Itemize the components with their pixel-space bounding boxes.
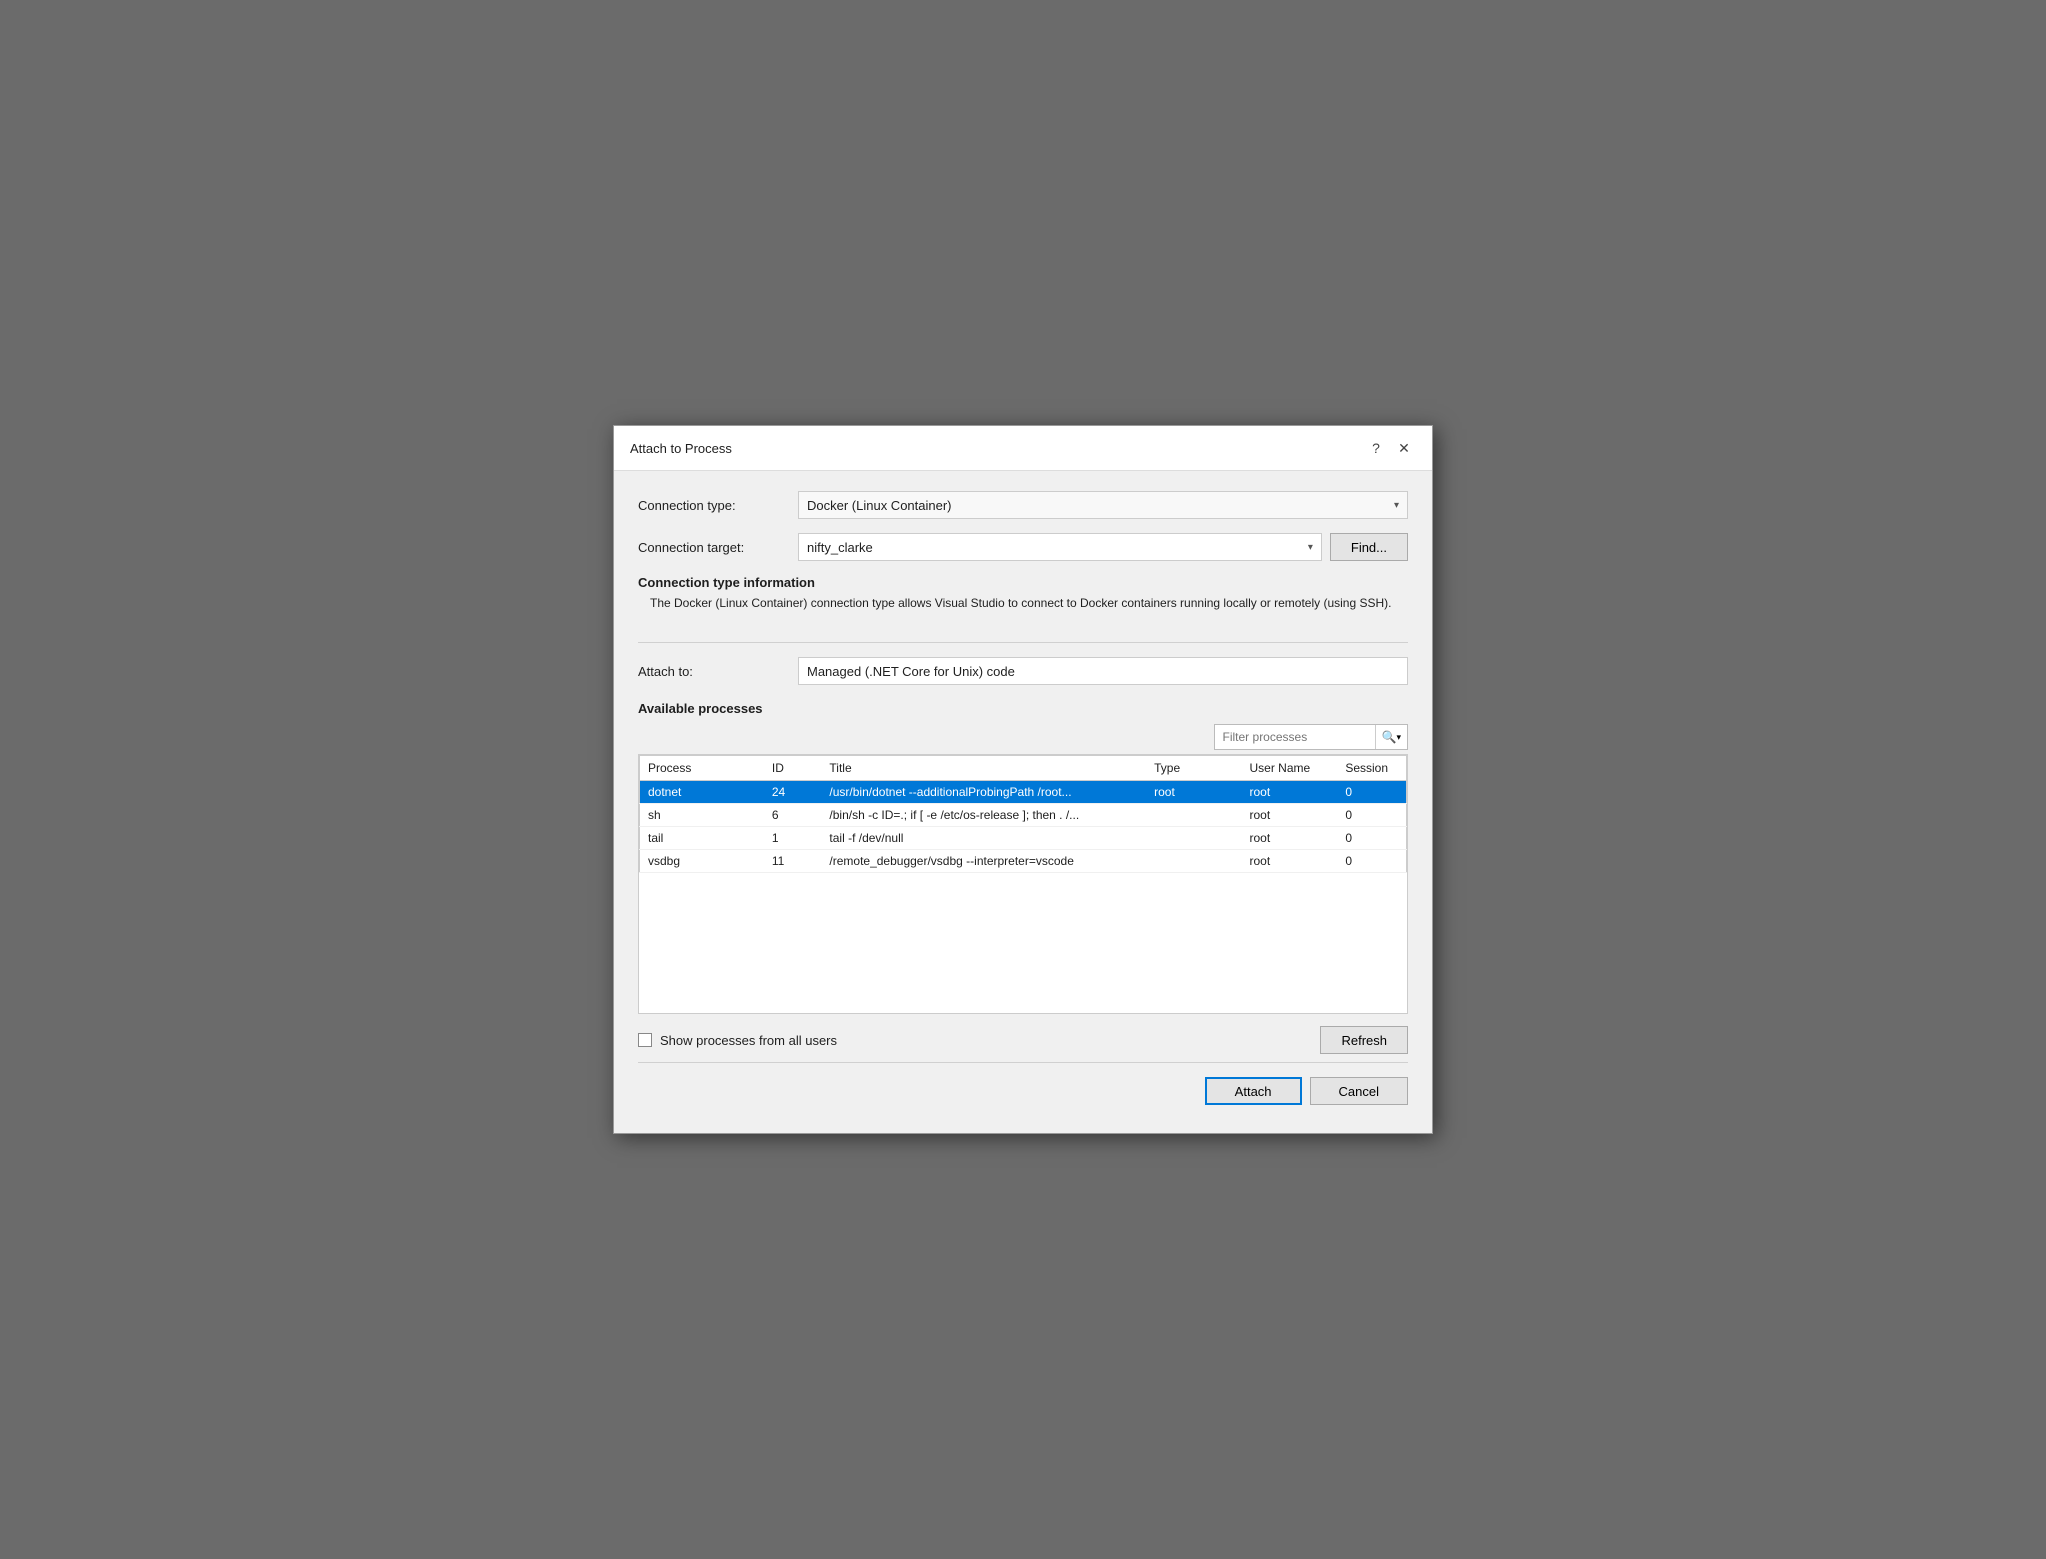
connection-target-value: nifty_clarke bbox=[807, 540, 873, 555]
cell-session: 0 bbox=[1337, 804, 1406, 827]
connection-type-dropdown[interactable]: Docker (Linux Container) ▾ bbox=[798, 491, 1408, 519]
attach-to-process-dialog: Attach to Process ? ✕ Connection type: D… bbox=[613, 425, 1433, 1134]
cell-process: vsdbg bbox=[640, 850, 764, 873]
cell-user_name: root bbox=[1241, 804, 1337, 827]
cell-id: 11 bbox=[764, 850, 822, 873]
cell-type bbox=[1146, 827, 1241, 850]
col-header-session: Session bbox=[1337, 756, 1406, 781]
cell-title: /usr/bin/dotnet --additionalProbingPath … bbox=[821, 781, 1146, 804]
cell-title: /remote_debugger/vsdbg --interpreter=vsc… bbox=[821, 850, 1146, 873]
connection-type-row: Connection type: Docker (Linux Container… bbox=[638, 491, 1408, 519]
attach-button[interactable]: Attach bbox=[1205, 1077, 1302, 1105]
help-button[interactable]: ? bbox=[1364, 436, 1388, 460]
col-header-id: ID bbox=[764, 756, 822, 781]
cell-user_name: root bbox=[1241, 850, 1337, 873]
table-row[interactable]: tail1tail -f /dev/null root0 bbox=[640, 827, 1407, 850]
close-button[interactable]: ✕ bbox=[1392, 436, 1416, 460]
process-table-container: Process ID Title Type User Name Session … bbox=[638, 754, 1408, 1014]
filter-processes-input[interactable] bbox=[1215, 730, 1375, 744]
show-all-label: Show processes from all users bbox=[660, 1033, 837, 1048]
connection-type-value: Docker (Linux Container) bbox=[807, 498, 952, 513]
attach-to-row: Attach to: Managed (.NET Core for Unix) … bbox=[638, 657, 1408, 685]
filter-row: 🔍 ▾ bbox=[638, 724, 1408, 750]
info-section: Connection type information The Docker (… bbox=[638, 575, 1408, 622]
cell-session: 0 bbox=[1337, 781, 1406, 804]
info-text: The Docker (Linux Container) connection … bbox=[638, 594, 1408, 612]
col-header-user: User Name bbox=[1241, 756, 1337, 781]
dialog-title: Attach to Process bbox=[630, 441, 732, 456]
cell-type bbox=[1146, 850, 1241, 873]
action-buttons: Attach Cancel bbox=[638, 1062, 1408, 1113]
dialog-body: Connection type: Docker (Linux Container… bbox=[614, 471, 1432, 1133]
search-icon: 🔍 bbox=[1382, 730, 1397, 744]
attach-to-field: Managed (.NET Core for Unix) code bbox=[798, 657, 1408, 685]
table-row[interactable]: vsdbg11/remote_debugger/vsdbg --interpre… bbox=[640, 850, 1407, 873]
connection-target-dropdown[interactable]: nifty_clarke ▾ bbox=[798, 533, 1322, 561]
cell-id: 24 bbox=[764, 781, 822, 804]
table-header-row: Process ID Title Type User Name Session bbox=[640, 756, 1407, 781]
process-table: Process ID Title Type User Name Session … bbox=[639, 755, 1407, 873]
col-header-type: Type bbox=[1146, 756, 1241, 781]
available-processes-title: Available processes bbox=[638, 701, 1408, 716]
connection-target-label: Connection target: bbox=[638, 540, 798, 555]
process-table-header: Process ID Title Type User Name Session bbox=[640, 756, 1407, 781]
connection-type-control-wrap: Docker (Linux Container) ▾ bbox=[798, 491, 1408, 519]
title-bar-buttons: ? ✕ bbox=[1364, 436, 1416, 460]
process-table-body: dotnet24/usr/bin/dotnet --additionalProb… bbox=[640, 781, 1407, 873]
cell-title: tail -f /dev/null bbox=[821, 827, 1146, 850]
table-row[interactable]: dotnet24/usr/bin/dotnet --additionalProb… bbox=[640, 781, 1407, 804]
bottom-bar: Show processes from all users Refresh bbox=[638, 1014, 1408, 1058]
show-all-checkbox[interactable] bbox=[638, 1033, 652, 1047]
cell-user_name: root bbox=[1241, 827, 1337, 850]
cell-user_name: root bbox=[1241, 781, 1337, 804]
cancel-button[interactable]: Cancel bbox=[1310, 1077, 1408, 1105]
cell-id: 1 bbox=[764, 827, 822, 850]
cell-type: root bbox=[1146, 781, 1241, 804]
attach-to-value: Managed (.NET Core for Unix) code bbox=[807, 664, 1015, 679]
show-all-wrap: Show processes from all users bbox=[638, 1033, 837, 1048]
chevron-down-icon-2: ▾ bbox=[1308, 542, 1313, 553]
attach-to-label: Attach to: bbox=[638, 664, 798, 679]
cell-title: /bin/sh -c ID=.; if [ -e /etc/os-release… bbox=[821, 804, 1146, 827]
cell-id: 6 bbox=[764, 804, 822, 827]
cell-process: tail bbox=[640, 827, 764, 850]
table-row[interactable]: sh6/bin/sh -c ID=.; if [ -e /etc/os-rele… bbox=[640, 804, 1407, 827]
separator-1 bbox=[638, 642, 1408, 643]
refresh-button[interactable]: Refresh bbox=[1320, 1026, 1408, 1054]
cell-session: 0 bbox=[1337, 827, 1406, 850]
col-header-title: Title bbox=[821, 756, 1146, 781]
title-bar: Attach to Process ? ✕ bbox=[614, 426, 1432, 471]
chevron-down-icon: ▾ bbox=[1394, 500, 1399, 511]
cell-type bbox=[1146, 804, 1241, 827]
filter-search-button[interactable]: 🔍 ▾ bbox=[1375, 725, 1407, 749]
find-button[interactable]: Find... bbox=[1330, 533, 1408, 561]
cell-process: dotnet bbox=[640, 781, 764, 804]
col-header-process: Process bbox=[640, 756, 764, 781]
cell-session: 0 bbox=[1337, 850, 1406, 873]
connection-target-control-wrap: nifty_clarke ▾ Find... bbox=[798, 533, 1408, 561]
info-title: Connection type information bbox=[638, 575, 1408, 590]
cell-process: sh bbox=[640, 804, 764, 827]
connection-type-label: Connection type: bbox=[638, 498, 798, 513]
connection-target-row: Connection target: nifty_clarke ▾ Find..… bbox=[638, 533, 1408, 561]
filter-dropdown-arrow: ▾ bbox=[1396, 732, 1401, 743]
filter-input-wrap: 🔍 ▾ bbox=[1214, 724, 1408, 750]
